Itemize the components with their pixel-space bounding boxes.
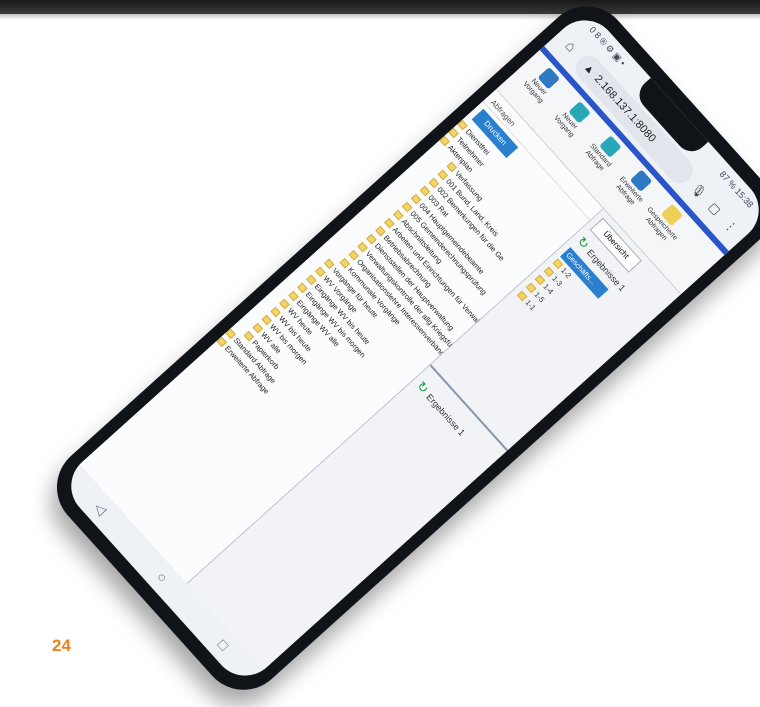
folder-icon <box>366 233 378 245</box>
folder-icon <box>288 290 300 301</box>
warning-icon: ▲ <box>581 61 598 78</box>
home-icon[interactable]: ⌂ <box>555 33 583 61</box>
recent-apps-icon[interactable]: □ <box>215 636 233 653</box>
folder-icon <box>526 282 537 293</box>
folder-icon <box>448 127 460 138</box>
folder-icon <box>375 225 387 237</box>
smartphone: 0 8 ® ⚙ ▣ • 87 % 15:38 ⌂ ▲ 2.168.137.1:8… <box>39 0 760 707</box>
folder-icon <box>339 257 351 269</box>
folder-icon <box>357 241 369 253</box>
folder-icon <box>411 193 422 204</box>
phone-screen: 0 8 ® ⚙ ▣ • 87 % 15:38 ⌂ ▲ 2.168.137.1:8… <box>58 7 760 689</box>
folder-icon <box>384 217 395 229</box>
folder-icon <box>420 185 431 196</box>
folder-icon <box>348 249 360 261</box>
folder-icon <box>544 266 555 277</box>
folder-icon <box>552 258 564 269</box>
microphone-icon[interactable]: 🎙 <box>687 179 709 202</box>
folder-icon <box>261 314 273 326</box>
folder-icon <box>216 336 228 347</box>
folder-icon <box>324 258 335 269</box>
folder-icon <box>402 201 413 213</box>
folder-icon <box>243 330 255 342</box>
page-number: 24 <box>52 636 71 655</box>
folder-icon <box>225 328 237 339</box>
folder-icon <box>297 282 309 293</box>
folder-icon <box>457 119 469 130</box>
folder-icon <box>429 177 440 188</box>
top-banner <box>0 0 760 20</box>
folder-icon <box>270 306 282 317</box>
folder-icon <box>252 322 264 334</box>
tabs-icon[interactable]: ▢ <box>704 197 726 220</box>
folder-icon <box>393 209 404 221</box>
back-icon[interactable]: ◁ <box>91 499 110 518</box>
home-button-icon[interactable]: ○ <box>154 569 172 586</box>
folder-icon <box>535 274 546 285</box>
folder-icon <box>306 274 317 285</box>
folder-icon <box>517 290 528 301</box>
folder-icon <box>315 266 326 277</box>
folder-icon <box>279 298 291 309</box>
menu-icon[interactable]: ⋮ <box>720 215 742 238</box>
folder-icon <box>437 169 449 180</box>
folder-icon <box>446 161 458 172</box>
folder-icon <box>439 135 451 147</box>
